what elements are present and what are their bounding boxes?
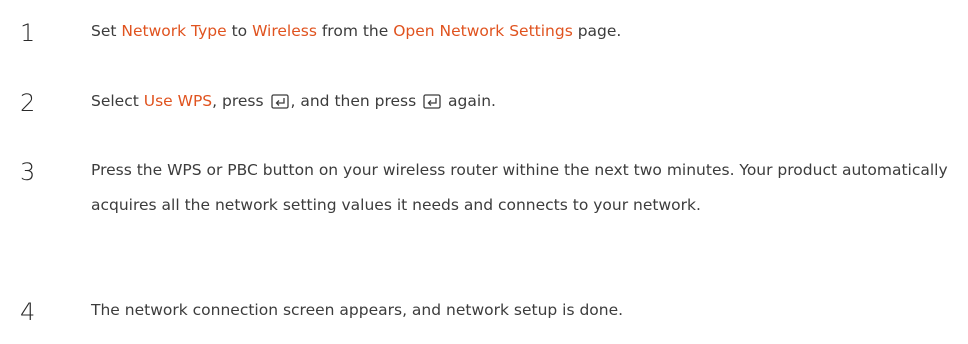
menu-item-open-network-settings: Open Network Settings — [393, 22, 573, 40]
text-segment: , press — [212, 92, 269, 110]
option-wireless: Wireless — [252, 22, 317, 40]
step-text: Press the WPS or PBC button on your wire… — [91, 161, 948, 214]
text-segment: to — [226, 22, 253, 40]
menu-item-use-wps: Use WPS — [143, 92, 213, 110]
text-segment: again. — [443, 92, 496, 110]
step-text: Set Network Type to Wireless from the Op… — [91, 14, 951, 49]
step-number: 4 — [20, 298, 36, 326]
step-number: 1 — [20, 19, 36, 47]
text-segment: Select — [91, 92, 144, 110]
text-segment: Set — [91, 22, 122, 40]
text-segment: from the — [316, 22, 394, 40]
step-text: Select Use WPS, press , and then press a… — [91, 84, 951, 119]
text-segment: , and then press — [290, 92, 422, 110]
step-text: The network connection screen appears, a… — [91, 301, 624, 319]
enter-key-icon — [270, 94, 289, 109]
menu-item-network-type: Network Type — [121, 22, 227, 40]
step-number: 3 — [20, 158, 36, 186]
text-segment: page. — [572, 22, 622, 40]
step-number: 2 — [20, 89, 36, 117]
instruction-page: { "steps": [ { "number": "1", "parts": {… — [0, 0, 968, 344]
enter-key-icon — [423, 94, 441, 109]
